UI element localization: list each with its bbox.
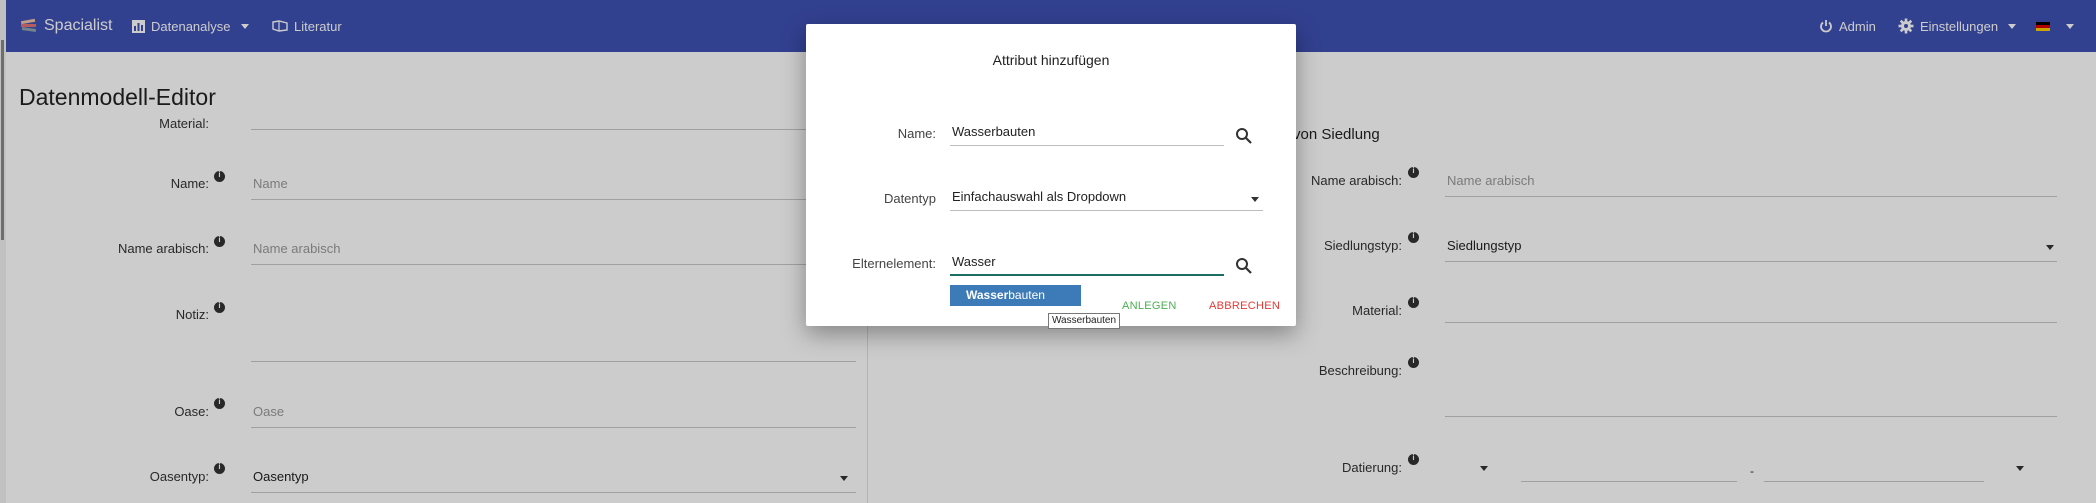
suggestion-rest: bauten [1008,288,1045,302]
page: Spacialist Datenanalyse Literatur Admin … [0,0,2096,503]
search-icon[interactable] [1234,256,1254,276]
name-label: Name: [897,126,936,141]
attribute-name-input[interactable]: Wasserbauten [950,124,1224,146]
datatype-label: Datentyp [883,191,936,206]
suggestion-tooltip: Wasserbauten [1048,313,1120,329]
parent-element-input[interactable]: Wasser [950,254,1224,276]
suggestion-match: Wasser [966,288,1009,302]
chevron-down-icon [1251,197,1259,202]
datatype-select[interactable]: Einfachauswahl als Dropdown [950,189,1263,211]
cancel-button[interactable]: ABBRECHEN [1209,300,1280,312]
dialog-title: Attribut hinzufügen [992,52,1110,68]
create-button[interactable]: ANLEGEN [1122,300,1177,312]
autocomplete-suggestion[interactable]: Wasserbauten [950,285,1081,306]
search-icon[interactable] [1234,126,1254,146]
add-attribute-dialog: Attribut hinzufügen Name: Wasserbauten D… [806,24,1296,326]
parent-label: Elternelement: [852,256,936,271]
